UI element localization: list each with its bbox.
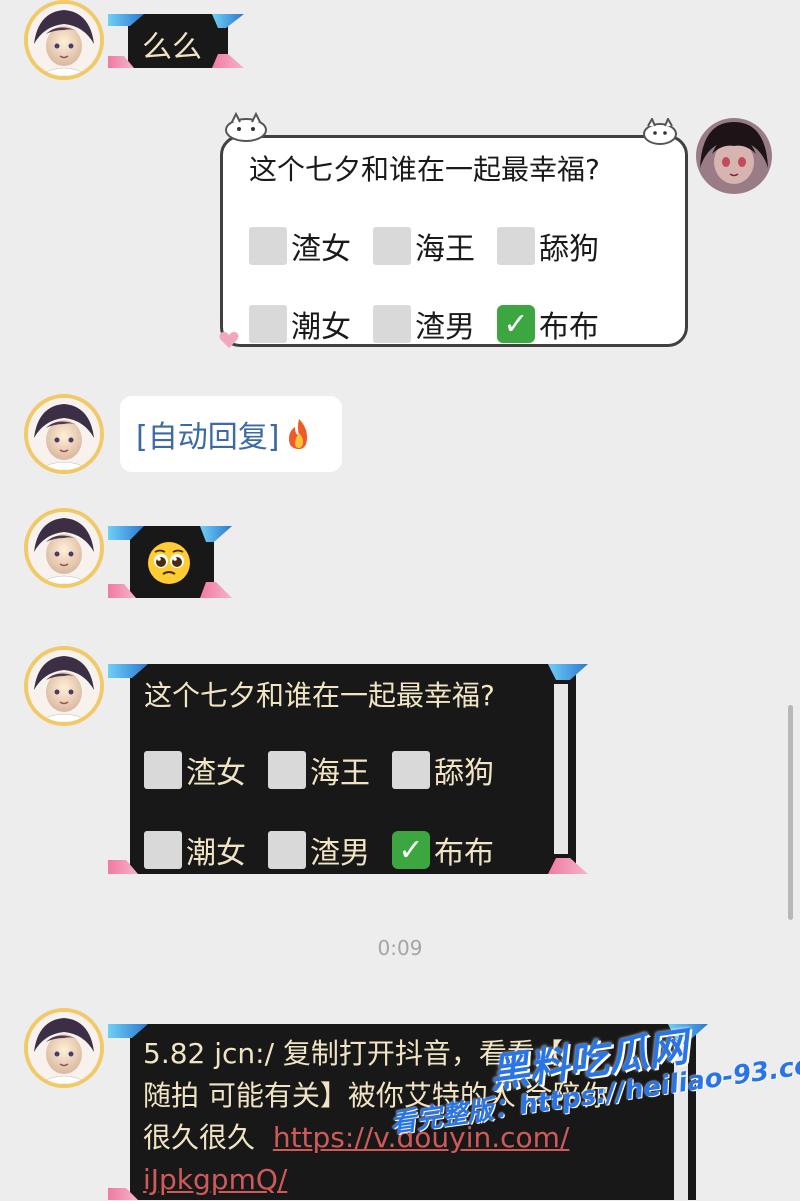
option-label: 渣男 <box>415 310 475 345</box>
option-item: 潮女 <box>249 302 351 346</box>
unchecked-box-icon <box>392 751 430 789</box>
scrollbar[interactable] <box>788 705 793 920</box>
option-item: 潮女 <box>144 828 246 872</box>
anime-boy-avatar-icon <box>28 650 100 722</box>
unchecked-box-icon <box>373 227 411 265</box>
option-label: 舔狗 <box>434 756 494 791</box>
option-row: 渣女 海王 舔狗 <box>249 224 621 268</box>
unchecked-box-icon <box>373 305 411 343</box>
unchecked-box-icon <box>144 831 182 869</box>
option-row: 潮女 渣男 ✓ 布布 <box>144 828 516 872</box>
option-label: 潮女 <box>186 836 246 871</box>
option-label: 渣女 <box>186 756 246 791</box>
message-timestamp: 0:09 <box>377 936 423 960</box>
option-label: 海王 <box>415 232 475 267</box>
option-label: 海王 <box>310 756 370 791</box>
option-row: 渣女 海王 舔狗 <box>144 748 516 792</box>
auto-reply-bubble[interactable]: [自动回复] <box>120 396 342 472</box>
unchecked-box-icon <box>249 305 287 343</box>
option-item: 渣男 <box>373 302 475 346</box>
contact-avatar[interactable] <box>24 0 104 80</box>
fire-icon <box>289 419 308 449</box>
option-label: 布布 <box>539 310 599 345</box>
message-text: 么么 <box>142 30 202 65</box>
contact-avatar[interactable] <box>24 508 104 588</box>
unchecked-box-icon <box>268 751 306 789</box>
my-avatar[interactable] <box>696 118 772 194</box>
quiz-question: 这个七夕和谁在一起最幸福? <box>249 153 600 186</box>
green-check-icon: ✓ <box>392 831 430 869</box>
cute-animal-sticker-icon <box>643 118 677 145</box>
option-label: 渣女 <box>291 232 351 267</box>
contact-avatar[interactable] <box>24 394 104 474</box>
anime-boy-avatar-icon <box>28 512 100 584</box>
option-item: 舔狗 <box>497 224 599 268</box>
green-check-icon: ✓ <box>497 305 535 343</box>
anime-boy-avatar-icon <box>28 398 100 470</box>
option-item: 渣女 <box>249 224 351 268</box>
option-item: 渣男 <box>268 828 370 872</box>
option-label: 布布 <box>434 836 494 871</box>
dark-message-bubble[interactable]: 么么 <box>108 14 244 68</box>
option-label: 舔狗 <box>539 232 599 267</box>
option-item: ✓ 布布 <box>392 828 494 872</box>
option-item: 海王 <box>268 748 370 792</box>
option-label: 潮女 <box>291 310 351 345</box>
unchecked-box-icon <box>497 227 535 265</box>
contact-avatar[interactable] <box>24 646 104 726</box>
option-label: 渣男 <box>310 836 370 871</box>
anime-boy-avatar-icon <box>28 4 100 76</box>
share-link-continued[interactable]: iJpkgpmQ/ <box>143 1163 287 1196</box>
auto-reply-text: [自动回复] <box>136 420 280 455</box>
unchecked-box-icon <box>268 831 306 869</box>
unchecked-box-icon <box>249 227 287 265</box>
quiz-card-bubble[interactable]: 这个七夕和谁在一起最幸福? 渣女 海王 舔狗 潮女 渣男 ✓ 布布 <box>220 135 688 347</box>
unchecked-box-icon <box>144 751 182 789</box>
cute-animal-sticker-icon <box>225 112 267 142</box>
pleading-face-icon <box>148 542 190 584</box>
option-item: 舔狗 <box>392 748 494 792</box>
anime-boy-avatar-icon <box>28 1012 100 1084</box>
contact-avatar[interactable] <box>24 1008 104 1088</box>
quiz-question: 这个七夕和谁在一起最幸福? <box>144 679 495 712</box>
option-item: 海王 <box>373 224 475 268</box>
dark-message-bubble[interactable] <box>108 526 232 598</box>
option-item: ✓ 布布 <box>497 302 599 346</box>
heart-icon <box>219 331 239 348</box>
anime-girl-avatar-icon <box>696 118 772 194</box>
option-item: 渣女 <box>144 748 246 792</box>
dark-quiz-bubble[interactable]: 这个七夕和谁在一起最幸福? 渣女 海王 舔狗 潮女 渣男 ✓ 布布 <box>108 664 588 874</box>
option-row: 潮女 渣男 ✓ 布布 <box>249 302 621 346</box>
share-line-text: 很久很久 <box>143 1121 256 1154</box>
